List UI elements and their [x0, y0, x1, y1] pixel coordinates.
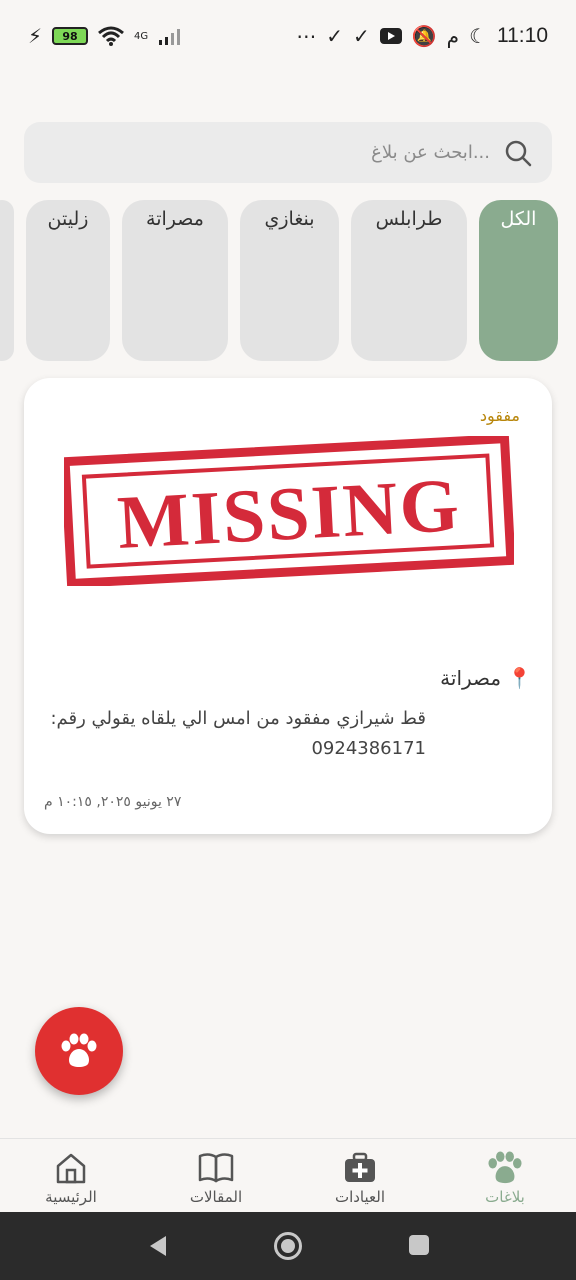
city-filter: الكل طرابلس بنغازي مصراتة زليتن — [0, 200, 576, 362]
paw-icon — [488, 1151, 522, 1184]
nav-home[interactable]: الرئيسية — [11, 1139, 131, 1213]
nav-clinics[interactable]: العيادات — [300, 1139, 420, 1213]
nav-label: بلاغات — [485, 1188, 525, 1206]
status-left: ⚡ 98 4G — [28, 24, 184, 48]
clock: 11:10 — [497, 24, 548, 47]
chip-label: زليتن — [47, 208, 89, 230]
charging-icon: ⚡ — [28, 24, 43, 48]
bottom-nav: بلاغات العيادات المقالات الرئيسية — [0, 1138, 576, 1212]
search-bar[interactable]: ابحث عن بلاغ... — [24, 122, 552, 183]
nav-articles[interactable]: المقالات — [156, 1139, 276, 1213]
recents-icon[interactable] — [408, 1234, 430, 1256]
nav-label: الرئيسية — [45, 1188, 97, 1206]
location-text: مصراتة — [440, 666, 502, 690]
medical-bag-icon — [345, 1152, 375, 1182]
search-icon — [505, 140, 532, 166]
chip-label: طرابلس — [375, 208, 443, 230]
home-button-icon[interactable] — [273, 1231, 303, 1261]
check-icon: ✓ — [326, 24, 343, 48]
chip-zliten[interactable]: زليتن — [26, 200, 110, 361]
system-nav-bar — [0, 1212, 576, 1280]
moon-icon: ☾ — [469, 24, 487, 48]
book-icon — [198, 1153, 234, 1183]
status-right: ⋯ ✓ ✓ 🔕 م ☾ 11:10 — [296, 24, 548, 48]
nav-reports[interactable]: بلاغات — [445, 1139, 565, 1213]
add-report-button[interactable] — [35, 1007, 123, 1095]
search-input[interactable]: ابحث عن بلاغ... — [371, 142, 490, 163]
pin-icon: 📍 — [507, 666, 532, 690]
youtube-icon — [379, 28, 402, 44]
chip-all[interactable]: الكل — [479, 200, 558, 361]
chip-label: الكل — [500, 208, 537, 230]
more-icon: ⋯ — [296, 24, 317, 48]
chip-tripoli[interactable]: طرابلس — [351, 200, 467, 361]
status-badge: مفقود — [479, 406, 520, 425]
chip-label: بنغازي — [264, 208, 315, 230]
am-pm: م — [446, 24, 460, 48]
wifi-icon — [98, 26, 125, 46]
chip-benghazi[interactable]: بنغازي — [240, 200, 339, 361]
chip-partial[interactable] — [0, 200, 14, 361]
home-icon — [56, 1153, 86, 1184]
report-image: MISSING — [60, 433, 516, 589]
report-description: قط شيرازي مفقود من امس الي يلقاه يقولي ر… — [50, 708, 426, 759]
battery-icon: 98 — [52, 27, 89, 45]
check-icon: ✓ — [353, 24, 370, 48]
missing-stamp: MISSING — [60, 433, 516, 589]
chip-misrata[interactable]: مصراتة — [122, 200, 228, 361]
back-icon[interactable] — [146, 1234, 170, 1258]
location-row: مصراتة 📍 — [44, 666, 532, 690]
network-type: 4G — [134, 30, 149, 42]
status-bar: ⚡ 98 4G ⋯ ✓ ✓ 🔕 م ☾ 11:10 — [0, 0, 576, 72]
paw-icon — [61, 1033, 97, 1067]
nav-label: المقالات — [189, 1188, 243, 1206]
bell-off-icon: 🔕 — [411, 24, 437, 48]
signal-icon — [159, 29, 181, 45]
nav-label: العيادات — [334, 1188, 386, 1206]
stamp-text: MISSING — [115, 463, 462, 565]
report-card[interactable]: مفقود MISSING مصراتة 📍 قط شيرازي مفقود م… — [24, 378, 552, 834]
report-date: ٢٧ يونيو ٢٠٢٥, ١٠:١٥ م — [44, 794, 182, 810]
chip-label: مصراتة — [146, 208, 204, 230]
